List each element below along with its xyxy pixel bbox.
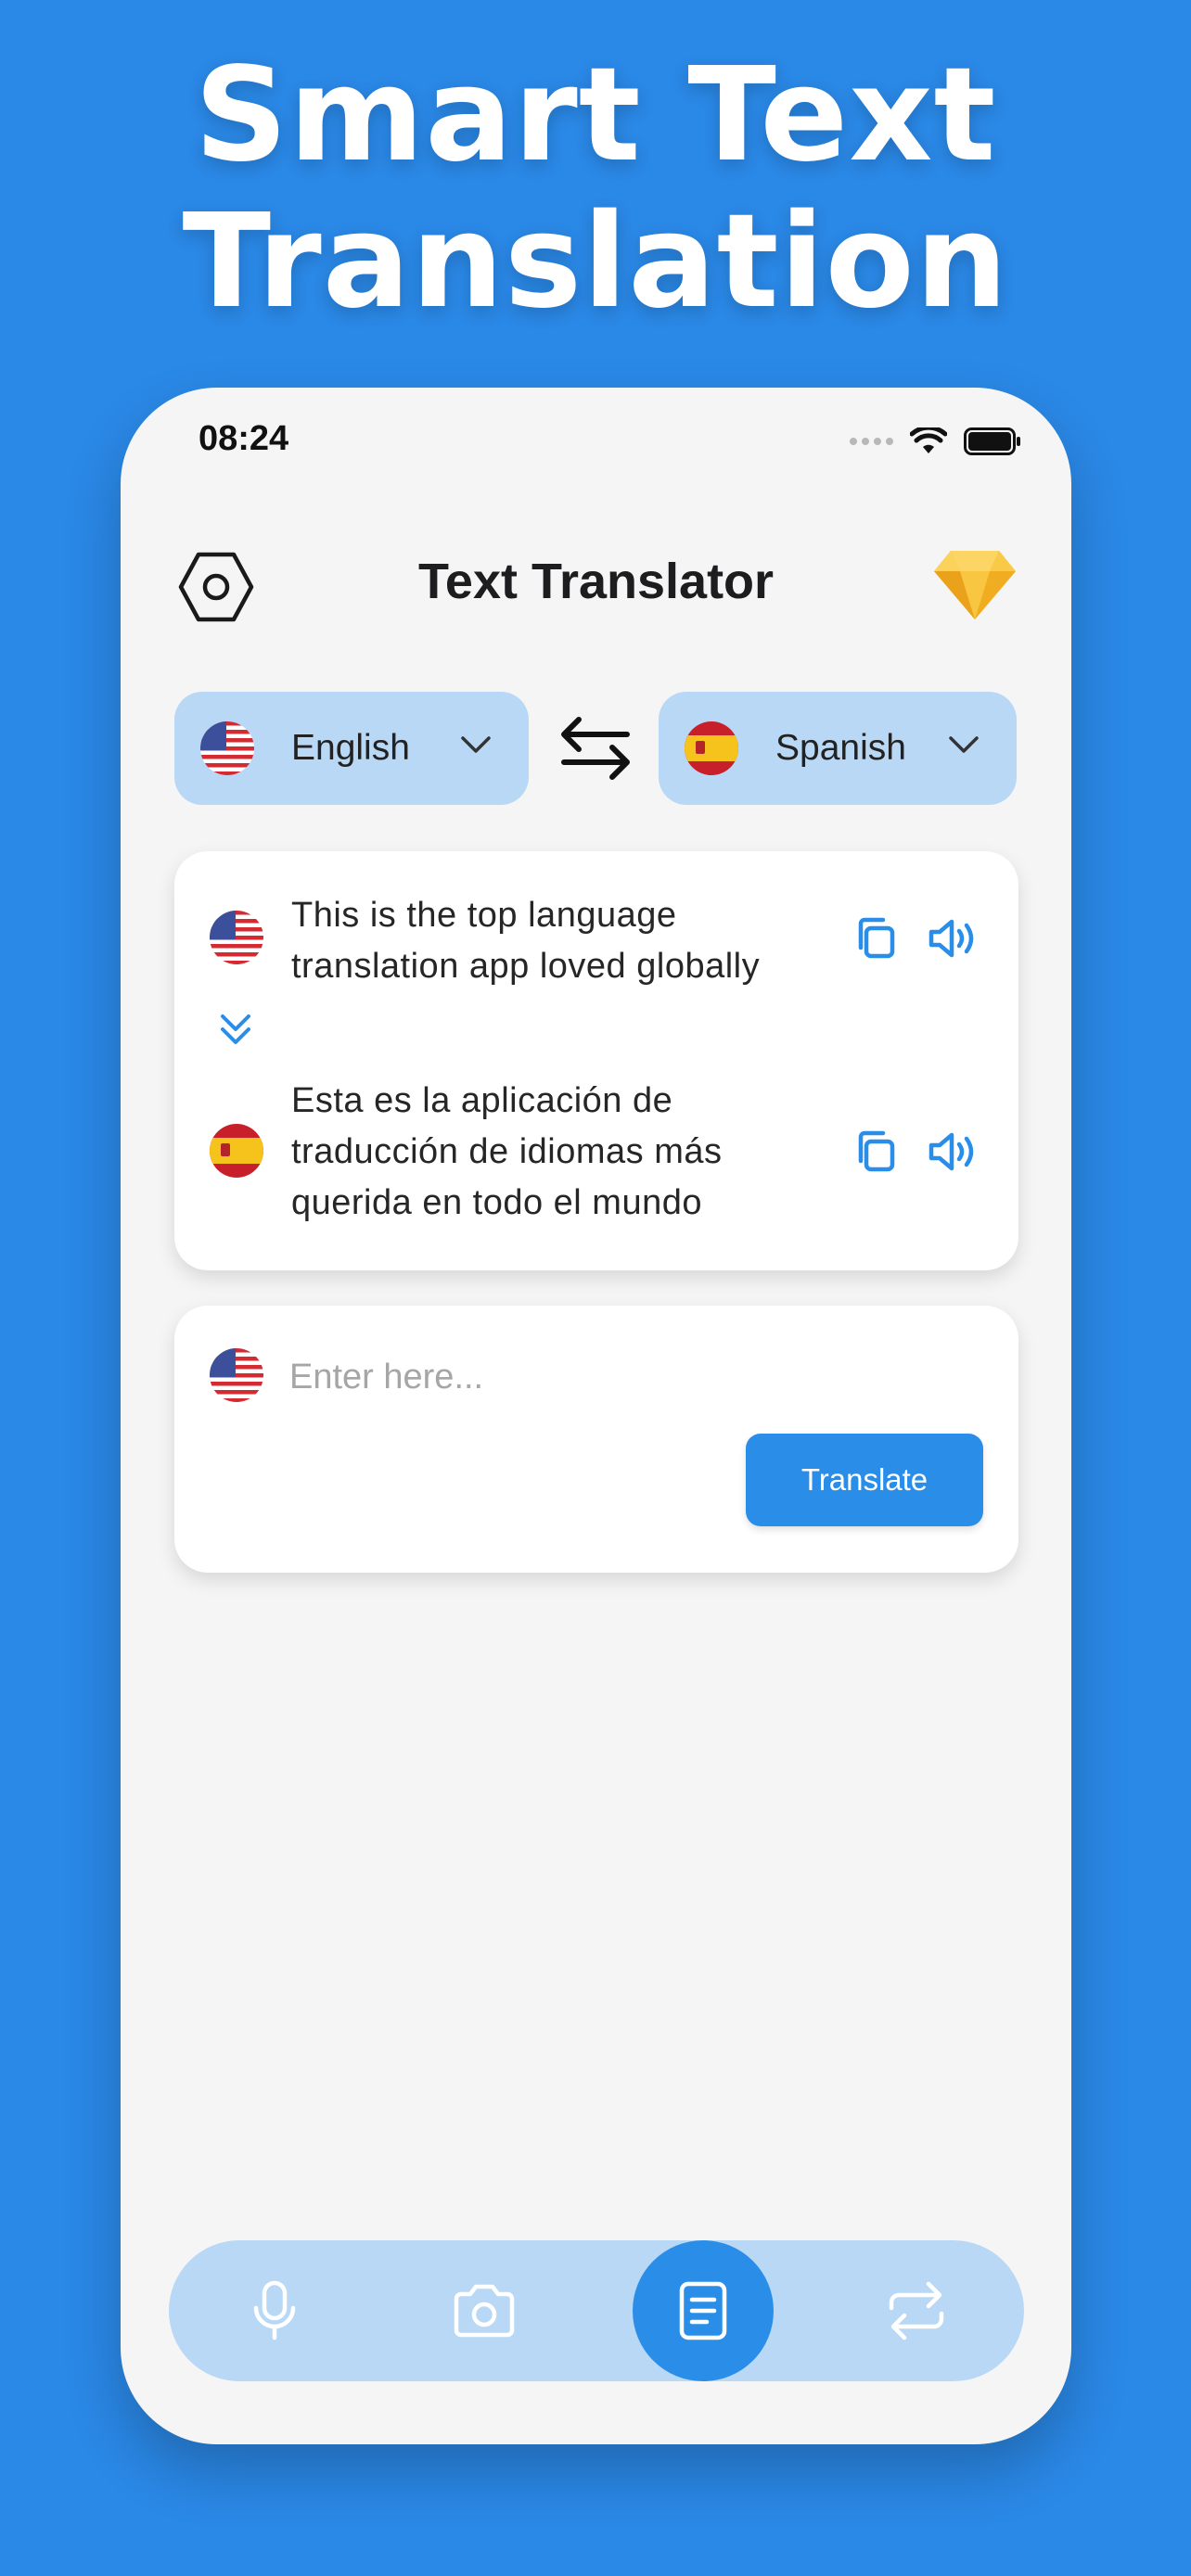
us-flag-icon xyxy=(210,1348,263,1402)
nav-text-translate[interactable] xyxy=(633,2240,774,2381)
source-language-selector[interactable]: English xyxy=(174,692,529,805)
us-flag-icon xyxy=(200,721,254,775)
translate-button[interactable]: Translate xyxy=(746,1434,983,1526)
promo-title: Smart Text Translation xyxy=(0,43,1191,336)
speaker-icon[interactable] xyxy=(926,912,978,964)
spain-flag-icon xyxy=(685,721,738,775)
promo-title-line-1: Smart Text xyxy=(194,40,997,191)
status-icons xyxy=(850,423,1021,460)
bottom-nav xyxy=(169,2240,1024,2381)
swap-arrows-icon xyxy=(561,717,630,780)
nav-microphone[interactable] xyxy=(228,2240,321,2381)
diamond-icon xyxy=(934,551,1016,619)
nav-conversation[interactable] xyxy=(870,2240,963,2381)
source-text: This is the top language translation app… xyxy=(291,896,761,986)
premium-button[interactable] xyxy=(932,545,1018,623)
promo-title-line-2: Translation xyxy=(182,186,1009,338)
battery-icon xyxy=(964,427,1020,455)
document-text-icon xyxy=(679,2281,727,2340)
double-chevron-down-icon xyxy=(221,1014,250,1044)
chevron-down-icon xyxy=(949,736,979,753)
text-input-card: Enter here... Translate xyxy=(174,1306,1018,1573)
copy-icon[interactable] xyxy=(852,1126,903,1178)
copy-icon[interactable] xyxy=(852,912,903,964)
target-language-name: Spanish xyxy=(775,728,906,768)
translated-text: Esta es la aplicación de traducción de i… xyxy=(291,1081,723,1222)
translation-result-card: This is the top language translation app… xyxy=(174,851,1018,1270)
signal-icon xyxy=(850,438,893,445)
nav-camera[interactable] xyxy=(438,2240,531,2381)
repeat-arrows-icon xyxy=(889,2281,944,2340)
swap-languages-button[interactable] xyxy=(557,712,634,784)
page-title: Text Translator xyxy=(417,554,775,609)
camera-icon xyxy=(454,2284,515,2338)
spain-flag-icon xyxy=(210,1124,263,1178)
status-time: 08:24 xyxy=(198,419,289,458)
source-language-name: English xyxy=(291,728,410,768)
wifi-icon xyxy=(910,427,947,453)
speaker-icon[interactable] xyxy=(926,1126,978,1178)
us-flag-icon xyxy=(210,911,263,964)
chevron-down-icon xyxy=(461,736,491,753)
phone-screen: 08:24 Text Translator English Spanish Th… xyxy=(121,388,1071,2444)
microphone-icon xyxy=(253,2280,296,2340)
text-input[interactable]: Enter here... xyxy=(289,1358,483,1397)
target-language-selector[interactable]: Spanish xyxy=(659,692,1017,805)
